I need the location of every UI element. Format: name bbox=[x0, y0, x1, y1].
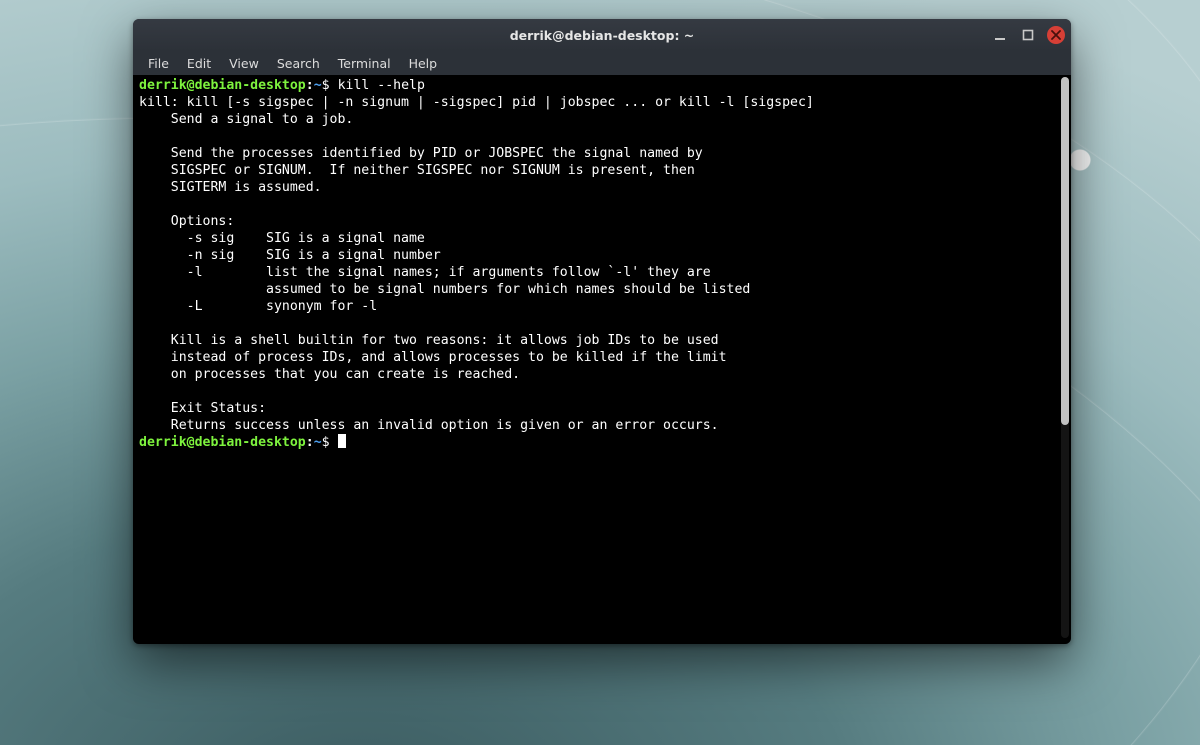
prompt-path: ~ bbox=[314, 435, 322, 450]
terminal-output-line: Exit Status: bbox=[139, 401, 266, 416]
terminal-output-line: Options: bbox=[139, 214, 234, 229]
menu-terminal[interactable]: Terminal bbox=[329, 53, 400, 74]
window-controls bbox=[991, 19, 1065, 51]
prompt-at: @ bbox=[187, 435, 195, 450]
terminal-output-line: Returns success unless an invalid option… bbox=[139, 418, 719, 433]
terminal[interactable]: derrik@debian-desktop:~$ kill --help kil… bbox=[133, 75, 1059, 644]
close-button[interactable] bbox=[1047, 26, 1065, 44]
prompt-symbol: $ bbox=[322, 78, 330, 93]
window-titlebar[interactable]: derrik@debian-desktop: ~ bbox=[133, 19, 1071, 51]
menu-edit[interactable]: Edit bbox=[178, 53, 220, 74]
terminal-output-line: Kill is a shell builtin for two reasons:… bbox=[139, 333, 719, 348]
terminal-viewport: derrik@debian-desktop:~$ kill --help kil… bbox=[133, 75, 1071, 644]
window-title: derrik@debian-desktop: ~ bbox=[510, 28, 695, 43]
command-entered bbox=[330, 78, 338, 93]
prompt-path: ~ bbox=[314, 78, 322, 93]
minimize-icon bbox=[994, 29, 1006, 41]
close-icon bbox=[1051, 30, 1061, 40]
menu-file[interactable]: File bbox=[139, 53, 178, 74]
terminal-output-line: Send the processes identified by PID or … bbox=[139, 146, 703, 161]
prompt-host: debian-desktop bbox=[195, 78, 306, 93]
terminal-output-line: -s sig SIG is a signal name bbox=[139, 231, 425, 246]
terminal-output-line: -l list the signal names; if arguments f… bbox=[139, 265, 711, 280]
prompt-symbol: $ bbox=[322, 435, 330, 450]
terminal-output-line: -L synonym for -l bbox=[139, 299, 377, 314]
prompt-user: derrik bbox=[139, 78, 187, 93]
terminal-output-line: SIGTERM is assumed. bbox=[139, 180, 322, 195]
minimize-button[interactable] bbox=[991, 26, 1009, 44]
maximize-button[interactable] bbox=[1019, 26, 1037, 44]
terminal-output-line: -n sig SIG is a signal number bbox=[139, 248, 441, 263]
prompt-at: @ bbox=[187, 78, 195, 93]
menubar: File Edit View Search Terminal Help bbox=[133, 51, 1071, 76]
prompt-colon: : bbox=[306, 78, 314, 93]
command-entered-text: kill --help bbox=[338, 78, 425, 93]
menu-help[interactable]: Help bbox=[400, 53, 447, 74]
desktop-background: derrik@debian-desktop: ~ File Edit View … bbox=[0, 0, 1200, 745]
scrollbar-thumb[interactable] bbox=[1061, 77, 1069, 425]
terminal-output-line: SIGSPEC or SIGNUM. If neither SIGSPEC no… bbox=[139, 163, 695, 178]
terminal-scrollbar[interactable] bbox=[1061, 77, 1069, 638]
prompt-user: derrik bbox=[139, 435, 187, 450]
terminal-output-line: instead of process IDs, and allows proce… bbox=[139, 350, 727, 365]
terminal-window: derrik@debian-desktop: ~ File Edit View … bbox=[133, 19, 1071, 644]
terminal-output-line: assumed to be signal numbers for which n… bbox=[139, 282, 750, 297]
menu-search[interactable]: Search bbox=[268, 53, 329, 74]
terminal-output-line: on processes that you can create is reac… bbox=[139, 367, 520, 382]
terminal-output-line: kill: kill [-s sigspec | -n signum | -si… bbox=[139, 95, 814, 110]
prompt-colon: : bbox=[306, 435, 314, 450]
terminal-output-line: Send a signal to a job. bbox=[139, 112, 353, 127]
terminal-cursor bbox=[338, 434, 346, 448]
menu-view[interactable]: View bbox=[220, 53, 268, 74]
prompt-host: debian-desktop bbox=[195, 435, 306, 450]
maximize-icon bbox=[1022, 29, 1034, 41]
